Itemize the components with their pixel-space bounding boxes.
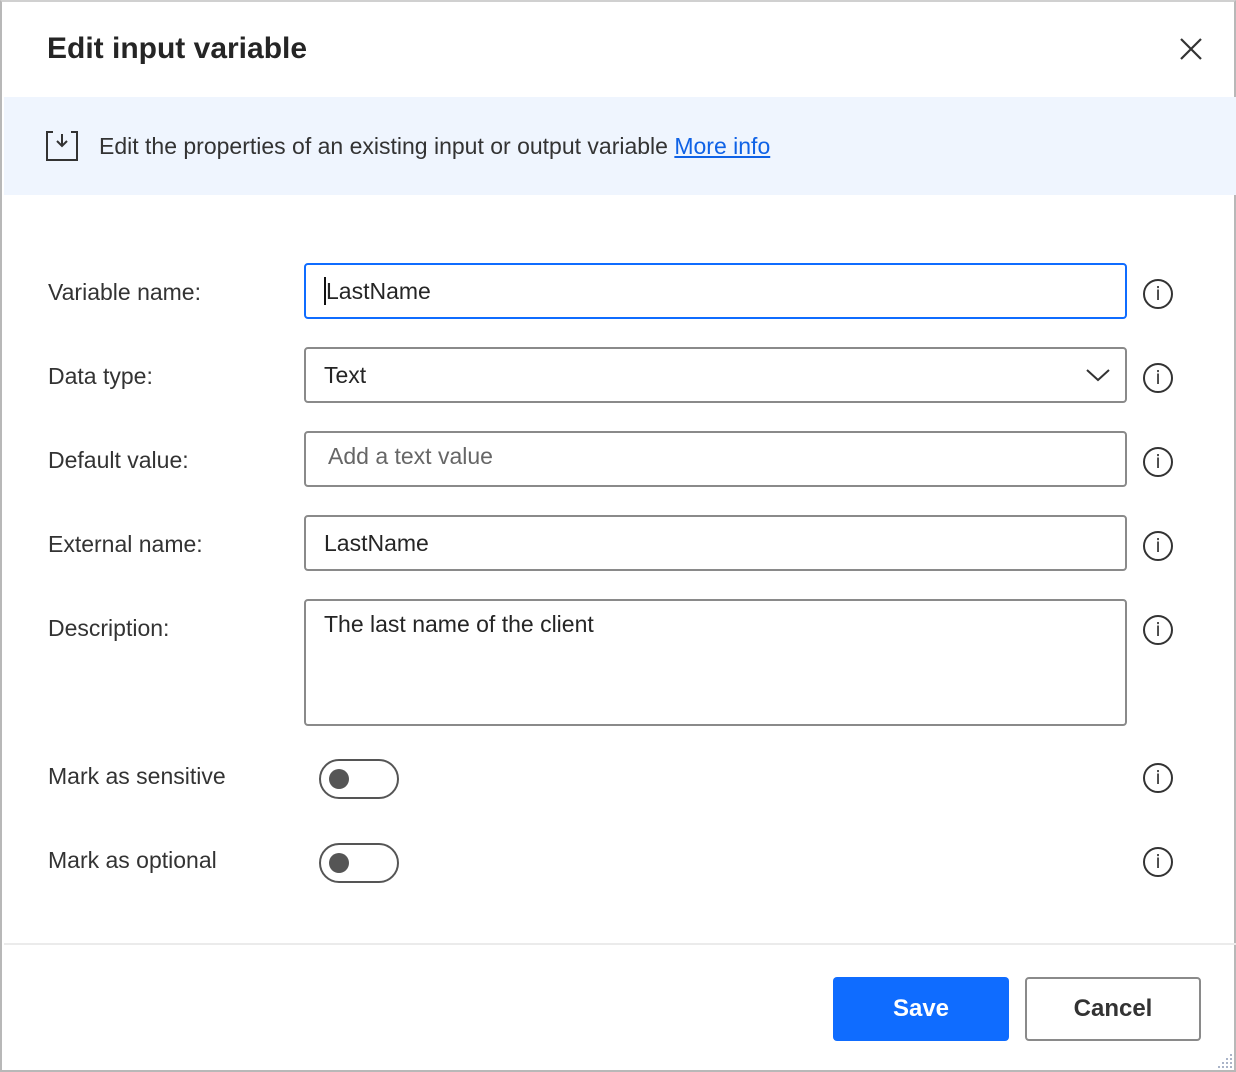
external-name-value: LastName [324, 529, 429, 556]
edit-input-variable-dialog: Edit input variable Edit the properties … [0, 0, 1236, 1072]
default-value-input[interactable]: Add a text value [304, 431, 1127, 487]
external-name-label: External name: [48, 531, 203, 557]
default-value-placeholder: Add a text value [328, 443, 493, 469]
description-label: Description: [48, 615, 170, 641]
banner-description: Edit the properties of an existing input… [99, 133, 675, 159]
external-name-input[interactable]: LastName [304, 515, 1127, 571]
optional-toggle[interactable] [319, 843, 399, 883]
banner-text: Edit the properties of an existing input… [99, 133, 770, 160]
optional-label: Mark as optional [48, 847, 217, 873]
save-button[interactable]: Save [833, 977, 1009, 1041]
description-value: The last name of the client [324, 611, 594, 637]
close-icon [1180, 38, 1202, 60]
description-textarea[interactable]: The last name of the client [304, 599, 1127, 726]
import-icon [46, 131, 78, 161]
chevron-down-icon [1086, 369, 1110, 382]
info-icon[interactable]: i [1143, 847, 1173, 877]
info-icon[interactable]: i [1143, 447, 1173, 477]
more-info-link[interactable]: More info [674, 133, 770, 159]
info-icon[interactable]: i [1143, 279, 1173, 309]
resize-grip-icon[interactable] [1214, 1050, 1234, 1070]
info-icon[interactable]: i [1143, 363, 1173, 393]
footer-divider [4, 943, 1236, 945]
default-value-label: Default value: [48, 447, 189, 473]
sensitive-label: Mark as sensitive [48, 763, 226, 789]
close-button[interactable] [1174, 32, 1208, 66]
toggle-knob [329, 769, 349, 789]
dialog-title: Edit input variable [47, 32, 308, 65]
variable-name-input[interactable]: LastName [304, 263, 1127, 319]
variable-name-value: LastName [326, 277, 431, 304]
data-type-value: Text [324, 361, 367, 388]
data-type-label: Data type: [48, 363, 153, 389]
toggle-knob [329, 853, 349, 873]
info-icon[interactable]: i [1143, 531, 1173, 561]
info-icon[interactable]: i [1143, 615, 1173, 645]
variable-name-label: Variable name: [48, 279, 201, 305]
sensitive-toggle[interactable] [319, 759, 399, 799]
data-type-dropdown[interactable]: Text [304, 347, 1127, 403]
info-icon[interactable]: i [1143, 763, 1173, 793]
cancel-button[interactable]: Cancel [1025, 977, 1201, 1041]
